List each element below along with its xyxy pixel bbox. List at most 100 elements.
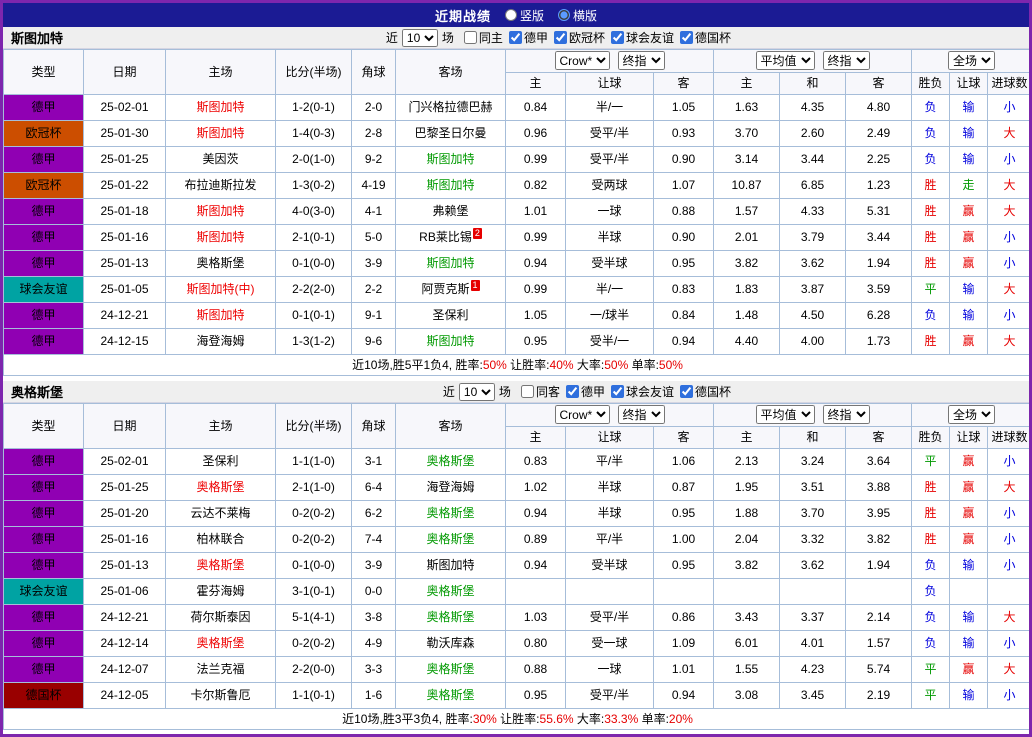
filter-checkbox-input[interactable] [463,31,477,44]
horizontal-view-radio[interactable] [558,9,570,21]
handicap-result-cell: 输 [949,94,989,121]
bookmaker-select[interactable]: Crow* [554,51,610,70]
handicap-line-cell: 半/一 [565,276,654,303]
away-team-link[interactable]: 斯图加特 [426,334,474,348]
away-team-link[interactable]: RB莱比锡 [419,230,472,244]
filter-checkbox-同主[interactable]: 同主 [463,29,503,46]
home-team-link[interactable]: 柏林联合 [196,532,244,546]
handicap-home-odds-cell: 0.82 [505,172,566,199]
home-team-link[interactable]: 法兰克福 [196,662,244,676]
home-cell: 柏林联合 [165,526,276,553]
home-team-link[interactable]: 斯图加特 [196,204,244,218]
home-team-link[interactable]: 布拉迪斯拉发 [184,178,256,192]
home-team-link[interactable]: 霍芬海姆 [196,584,244,598]
avg-home-cell: 2.04 [713,526,781,553]
filter-checkbox-同客[interactable]: 同客 [520,383,560,400]
away-team-link[interactable]: 奥格斯堡 [426,454,474,468]
corner-cell: 9-1 [351,302,396,329]
away-team-link[interactable]: 奥格斯堡 [426,610,474,624]
vertical-view-radio[interactable] [504,9,517,21]
home-team-link[interactable]: 圣保利 [202,454,238,468]
away-team-link[interactable]: 斯图加特 [426,558,474,572]
away-cell: 奥格斯堡 [395,682,506,709]
filter-checkbox-德国杯[interactable]: 德国杯 [679,29,731,46]
home-team-link[interactable]: 美因茨 [202,152,238,166]
away-team-link[interactable]: 奥格斯堡 [426,532,474,546]
away-team-link[interactable]: 斯图加特 [426,152,474,166]
avg-away-cell: 1.94 [845,552,913,579]
home-team-link[interactable]: 卡尔斯鲁厄 [190,688,250,702]
away-cell: 门兴格拉德巴赫 [395,94,506,121]
recent-count-select[interactable]: 10 [401,28,438,47]
summary-segment: 33.3% [604,712,639,726]
col-away: 客场 [395,49,506,95]
view-option-horizontal[interactable]: 横版 [558,7,597,24]
away-team-link[interactable]: 巴黎圣日尔曼 [414,126,486,140]
handicap-away-odds-cell: 1.00 [652,526,715,553]
home-team-link[interactable]: 斯图加特(中) [187,282,255,296]
home-team-link[interactable]: 奥格斯堡 [196,636,244,650]
handicap-odds-header: Crow* 终指 [504,403,715,427]
scope-select[interactable]: 全场 [948,405,996,424]
avg-draw-cell: 4.50 [779,302,847,329]
average-select[interactable]: 平均值 [755,51,815,70]
away-team-link[interactable]: 弗赖堡 [432,204,468,218]
filter-checkbox-德甲[interactable]: 德甲 [508,29,548,46]
home-team-link[interactable]: 斯图加特 [196,100,244,114]
handicap-final-select[interactable]: 终指 [617,405,665,424]
filter-checkbox-球会友谊[interactable]: 球会友谊 [610,383,674,400]
filter-checkbox-input[interactable] [553,31,567,44]
handicap-result-cell: 输 [949,276,989,303]
away-team-link[interactable]: 阿贾克斯 [421,282,469,296]
league-cell: 德国杯 [3,682,84,709]
filter-checkbox-input[interactable] [610,31,624,44]
away-team-link[interactable]: 门兴格拉德巴赫 [408,100,492,114]
home-team-link[interactable]: 荷尔斯泰因 [190,610,250,624]
home-team-link[interactable]: 云达不莱梅 [190,506,250,520]
handicap-final-select[interactable]: 终指 [617,51,665,70]
average-final-select[interactable]: 终指 [822,51,870,70]
filter-checkbox-input[interactable] [565,385,579,398]
average-select[interactable]: 平均值 [755,405,815,424]
average-final-select[interactable]: 终指 [822,405,870,424]
filter-checkbox-球会友谊[interactable]: 球会友谊 [610,29,674,46]
handicap-away-odds-cell: 0.93 [652,120,715,147]
away-team-link[interactable]: 奥格斯堡 [426,506,474,520]
away-team-link[interactable]: 奥格斯堡 [426,688,474,702]
home-team-link[interactable]: 奥格斯堡 [196,558,244,572]
avg-home-cell: 3.82 [713,552,781,579]
away-team-link[interactable]: 圣保利 [432,308,468,322]
filter-checkbox-欧冠杯[interactable]: 欧冠杯 [553,29,605,46]
home-team-link[interactable]: 斯图加特 [196,308,244,322]
avg-draw-cell: 2.60 [779,120,847,147]
recent-count-select[interactable]: 10 [458,382,495,401]
bookmaker-select[interactable]: Crow* [554,405,610,424]
col-corner: 角球 [351,403,396,449]
home-team-link[interactable]: 海登海姆 [196,334,244,348]
home-team-link[interactable]: 奥格斯堡 [196,256,244,270]
away-team-link[interactable]: 海登海姆 [426,480,474,494]
date-cell: 24-12-21 [83,604,166,631]
col-odds-handicap: 让球 [565,72,654,95]
filter-checkbox-input[interactable] [508,31,522,44]
home-team-link[interactable]: 斯图加特 [196,126,244,140]
filter-checkbox-德国杯[interactable]: 德国杯 [679,383,731,400]
scope-select[interactable]: 全场 [948,51,996,70]
filter-checkbox-input[interactable] [610,385,624,398]
handicap-result-cell: 赢 [949,448,989,475]
filter-checkbox-input[interactable] [520,385,534,398]
away-team-link[interactable]: 勒沃库森 [426,636,474,650]
home-team-link[interactable]: 奥格斯堡 [196,480,244,494]
away-team-link[interactable]: 斯图加特 [426,256,474,270]
home-team-link[interactable]: 斯图加特 [196,230,244,244]
away-team-link[interactable]: 斯图加特 [426,178,474,192]
view-option-vertical[interactable]: 竖版 [504,7,544,24]
away-team-link[interactable]: 奥格斯堡 [426,584,474,598]
away-team-link[interactable]: 奥格斯堡 [426,662,474,676]
filter-checkbox-input[interactable] [679,385,693,398]
red-card-badge: 2 [472,228,482,239]
filter-checkbox-input[interactable] [679,31,693,44]
filter-checkbox-德甲[interactable]: 德甲 [565,383,605,400]
date-cell: 25-02-01 [83,448,166,475]
handicap-odds-header: Crow* 终指 [504,49,715,73]
